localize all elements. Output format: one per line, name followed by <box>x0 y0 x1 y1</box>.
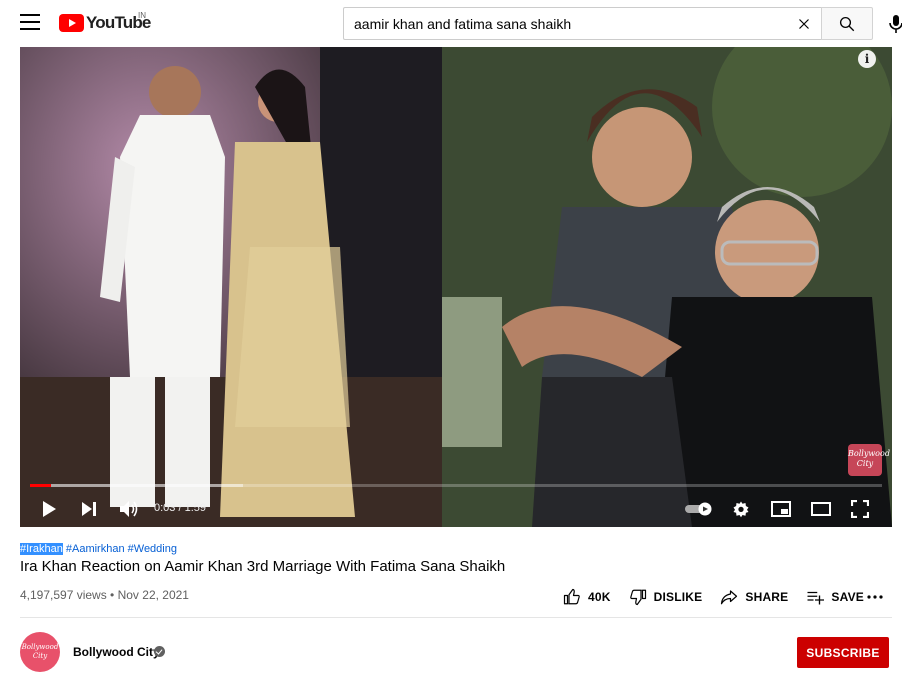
video-player[interactable]: i Bollywood City 0:03 / 1:59 <box>20 47 892 527</box>
autoplay-toggle[interactable] <box>684 502 714 516</box>
search-box <box>343 7 821 40</box>
share-button[interactable]: SHARE <box>720 588 788 606</box>
dislike-label: DISLIKE <box>653 590 703 604</box>
search-button[interactable] <box>821 7 873 40</box>
more-actions-icon[interactable] <box>866 593 884 601</box>
hashtag-row: #Irakhan #Aamirkhan #Wedding <box>20 543 177 555</box>
subscribe-button[interactable]: SUBSCRIBE <box>797 637 889 668</box>
fullscreen-icon[interactable] <box>851 500 869 518</box>
save-button[interactable]: SAVE <box>806 588 864 606</box>
close-icon[interactable] <box>795 15 813 33</box>
search-input[interactable] <box>354 14 774 34</box>
progress-played <box>30 484 52 487</box>
video-meta: 4,197,597 views • Nov 22, 2021 <box>20 588 189 602</box>
like-count: 40K <box>588 590 611 604</box>
dislike-button[interactable]: DISLIKE <box>629 588 703 606</box>
verified-badge-icon <box>154 646 165 657</box>
add-to-playlist-icon <box>807 591 825 605</box>
channel-watermark[interactable]: Bollywood City <box>848 444 890 476</box>
youtube-play-icon <box>59 14 84 32</box>
theater-mode-icon[interactable] <box>811 502 831 516</box>
country-code: IN <box>138 11 146 20</box>
couple-photo <box>20 47 442 527</box>
play-icon[interactable] <box>41 500 57 518</box>
hashtag-link[interactable]: #Aamirkhan <box>66 543 125 555</box>
save-label: SAVE <box>831 590 864 604</box>
progress-bar[interactable] <box>30 484 882 487</box>
info-icon[interactable]: i <box>858 50 876 68</box>
progress-buffered <box>30 484 243 487</box>
hashtag-link[interactable]: #Irakhan <box>20 543 63 555</box>
hashtag-link[interactable]: #Wedding <box>128 543 177 555</box>
channel-name[interactable]: Bollywood City <box>73 645 160 659</box>
volume-icon[interactable] <box>119 500 139 518</box>
share-label: SHARE <box>745 590 789 604</box>
player-controls: 0:03 / 1:59 <box>20 491 892 527</box>
settings-icon[interactable] <box>732 500 750 518</box>
next-icon[interactable] <box>81 501 97 517</box>
share-icon <box>721 590 738 605</box>
mic-icon[interactable] <box>884 12 902 36</box>
menu-icon[interactable] <box>20 14 40 32</box>
divider <box>20 617 892 618</box>
miniplayer-icon[interactable] <box>771 501 791 517</box>
thumbnail-left-photo <box>20 47 442 527</box>
masthead: YouTube IN <box>0 0 902 47</box>
thumbs-up-icon <box>563 588 580 605</box>
video-title: Ira Khan Reaction on Aamir Khan 3rd Marr… <box>20 558 506 575</box>
thumbnail-right-photo <box>442 47 892 527</box>
channel-avatar[interactable]: Bollywood City <box>20 632 60 672</box>
thumbs-down-icon <box>629 589 646 606</box>
action-bar: 40K DISLIKE SHARE SAVE <box>563 586 882 608</box>
like-button[interactable]: 40K <box>563 588 611 606</box>
search-icon <box>839 16 855 32</box>
youtube-logo[interactable]: YouTube <box>59 13 151 33</box>
father-daughter-photo <box>442 47 892 527</box>
time-display: 0:03 / 1:59 <box>154 502 206 514</box>
